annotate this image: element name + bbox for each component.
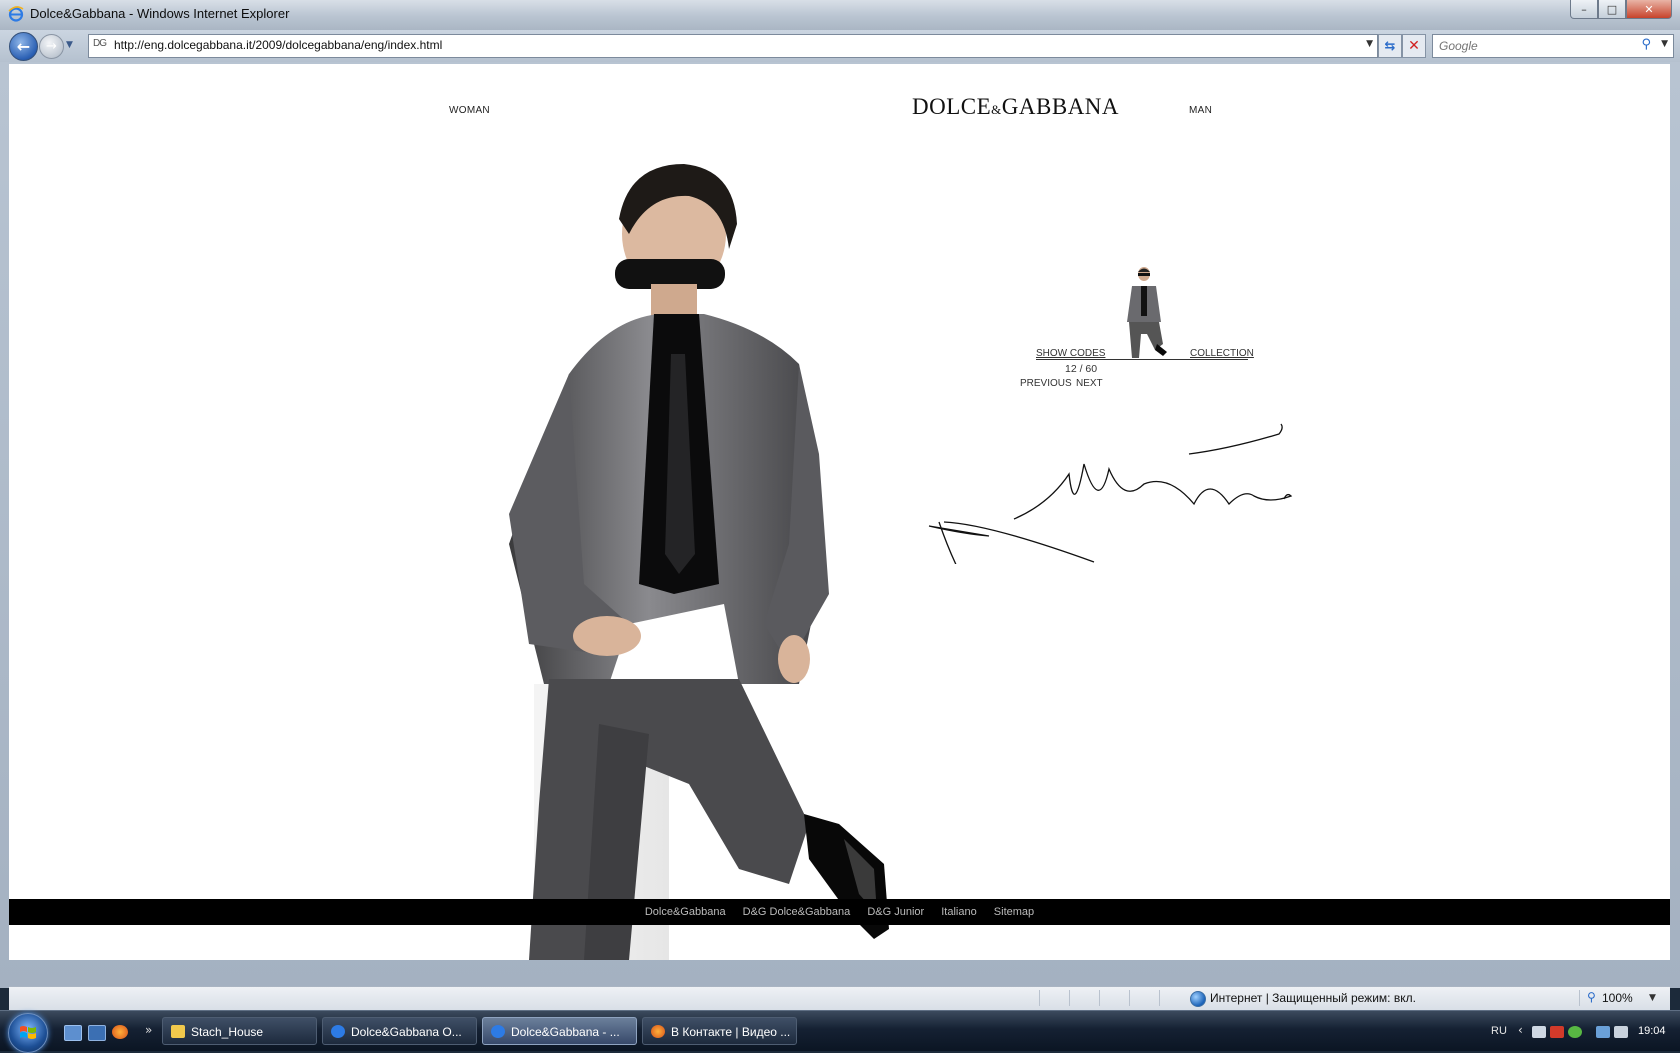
status-divider	[1159, 990, 1160, 1006]
footer-link-dg[interactable]: D&G Dolce&Gabbana	[743, 906, 851, 918]
footer-link-dolcegabbana[interactable]: Dolce&Gabbana	[645, 906, 726, 918]
nav-woman-link[interactable]: WOMAN	[449, 105, 490, 116]
task-button-vkontakte[interactable]: В Контакте | Видео ...	[642, 1017, 797, 1045]
search-icon[interactable]: ⚲	[1641, 37, 1651, 52]
volume-icon[interactable]	[1614, 1026, 1628, 1038]
task-label: Dolce&Gabbana O...	[351, 1025, 462, 1039]
show-codes-link[interactable]: SHOW CODES	[1036, 348, 1105, 359]
tray-expand-icon[interactable]: ‹	[1518, 1023, 1523, 1037]
handwritten-annotation	[928, 423, 1293, 564]
site-logo[interactable]: DOLCE&GABBANA	[912, 94, 1119, 120]
status-divider	[1099, 990, 1100, 1006]
task-button-dolcegabbana-1[interactable]: Dolce&Gabbana O...	[322, 1017, 477, 1045]
task-label: В Контакте | Видео ...	[671, 1025, 791, 1039]
search-input[interactable]	[1437, 37, 1631, 55]
firefox-icon	[651, 1025, 665, 1038]
stop-icon: ✕	[1408, 38, 1420, 54]
folder-icon	[171, 1025, 185, 1038]
status-divider	[1579, 990, 1580, 1006]
footer-link-sitemap[interactable]: Sitemap	[994, 906, 1034, 918]
language-indicator[interactable]: RU	[1491, 1025, 1507, 1037]
taskbar: » Stach_House Dolce&Gabbana O... Dolce&G…	[0, 1010, 1680, 1053]
status-divider	[1069, 990, 1070, 1006]
clock[interactable]: 19:04	[1638, 1025, 1666, 1037]
status-divider	[1039, 990, 1040, 1006]
refresh-icon: ⇆	[1384, 38, 1396, 54]
logo-ampersand: &	[991, 102, 1002, 117]
zoom-level[interactable]: 100%	[1602, 991, 1633, 1005]
arrow-left-icon: ←	[16, 37, 31, 56]
site-footer: Dolce&Gabbana D&G Dolce&Gabbana D&G Juni…	[9, 899, 1670, 925]
model-photo	[509, 164, 889, 960]
footer-link-dg-junior[interactable]: D&G Junior	[867, 906, 924, 918]
quicklaunch-more-icon[interactable]: »	[145, 1023, 152, 1037]
url-text[interactable]: http://eng.dolcegabbana.it/2009/dolcegab…	[114, 38, 442, 52]
nav-man-link[interactable]: MAN	[1189, 105, 1212, 116]
status-bar: Интернет | Защищенный режим: вкл. ⚲ 100%…	[9, 986, 1670, 1011]
window-titlebar[interactable]: Dolce&Gabbana - Windows Internet Explore…	[0, 0, 1680, 31]
close-button[interactable]: ✕	[1626, 0, 1672, 19]
gallery-divider	[1036, 359, 1248, 360]
navigation-bar: ← → ▼ DG http://eng.dolcegabbana.it/2009…	[0, 30, 1680, 62]
status-divider	[1129, 990, 1130, 1006]
logo-gabbana: GABBANA	[1001, 94, 1120, 119]
search-dropdown-icon[interactable]: ▼	[1661, 39, 1668, 49]
tray-app-icon[interactable]	[1568, 1026, 1582, 1038]
zoom-dropdown-icon[interactable]: ▼	[1649, 993, 1656, 1003]
address-bar[interactable]: DG http://eng.dolcegabbana.it/2009/dolce…	[88, 34, 1378, 58]
arrow-right-icon: →	[46, 39, 57, 54]
task-label: Stach_House	[191, 1025, 264, 1039]
security-zone[interactable]: Интернет | Защищенный режим: вкл.	[1210, 991, 1416, 1005]
web-page: WOMAN DOLCE&GABBANA MAN SHOW CODES COLLE…	[9, 64, 1670, 960]
forward-button[interactable]: →	[39, 34, 64, 59]
show-desktop-icon[interactable]	[64, 1025, 82, 1041]
antivirus-icon[interactable]	[1550, 1026, 1564, 1038]
footer-link-italiano[interactable]: Italiano	[941, 906, 976, 918]
ie-icon	[8, 6, 24, 22]
task-button-stach-house[interactable]: Stach_House	[162, 1017, 317, 1045]
network-icon[interactable]	[1596, 1026, 1610, 1038]
window-controls: – □ ✕	[1570, 0, 1672, 19]
zoom-icon[interactable]: ⚲	[1587, 990, 1596, 1004]
task-label: Dolce&Gabbana - ...	[511, 1025, 620, 1039]
maximize-button[interactable]: □	[1598, 0, 1626, 19]
site-favicon-icon: DG	[93, 38, 107, 49]
search-box[interactable]: ⚲ ▼	[1432, 34, 1674, 58]
firefox-icon[interactable]	[112, 1025, 128, 1039]
window-title: Dolce&Gabbana - Windows Internet Explore…	[30, 6, 290, 21]
ie-icon	[331, 1025, 345, 1038]
refresh-button[interactable]: ⇆	[1378, 34, 1402, 58]
stop-button[interactable]: ✕	[1402, 34, 1426, 58]
history-dropdown-icon[interactable]: ▼	[66, 40, 73, 50]
collection-link[interactable]: COLLECTION	[1190, 348, 1254, 359]
gallery-thumbnail[interactable]	[1119, 264, 1169, 360]
logo-dolce: DOLCE	[912, 94, 992, 119]
footer-links: Dolce&Gabbana D&G Dolce&Gabbana D&G Juni…	[9, 906, 1670, 918]
windows-logo-icon	[20, 1026, 36, 1039]
start-button[interactable]	[8, 1013, 48, 1053]
back-button[interactable]: ←	[9, 32, 38, 61]
switch-windows-icon[interactable]	[88, 1025, 106, 1041]
tray-app-icon[interactable]	[1532, 1026, 1546, 1038]
task-button-dolcegabbana-2[interactable]: Dolce&Gabbana - ...	[482, 1017, 637, 1045]
minimize-button[interactable]: –	[1570, 0, 1598, 19]
ie-icon	[491, 1025, 505, 1038]
globe-icon	[1190, 991, 1206, 1007]
address-dropdown-icon[interactable]: ▼	[1366, 39, 1373, 49]
